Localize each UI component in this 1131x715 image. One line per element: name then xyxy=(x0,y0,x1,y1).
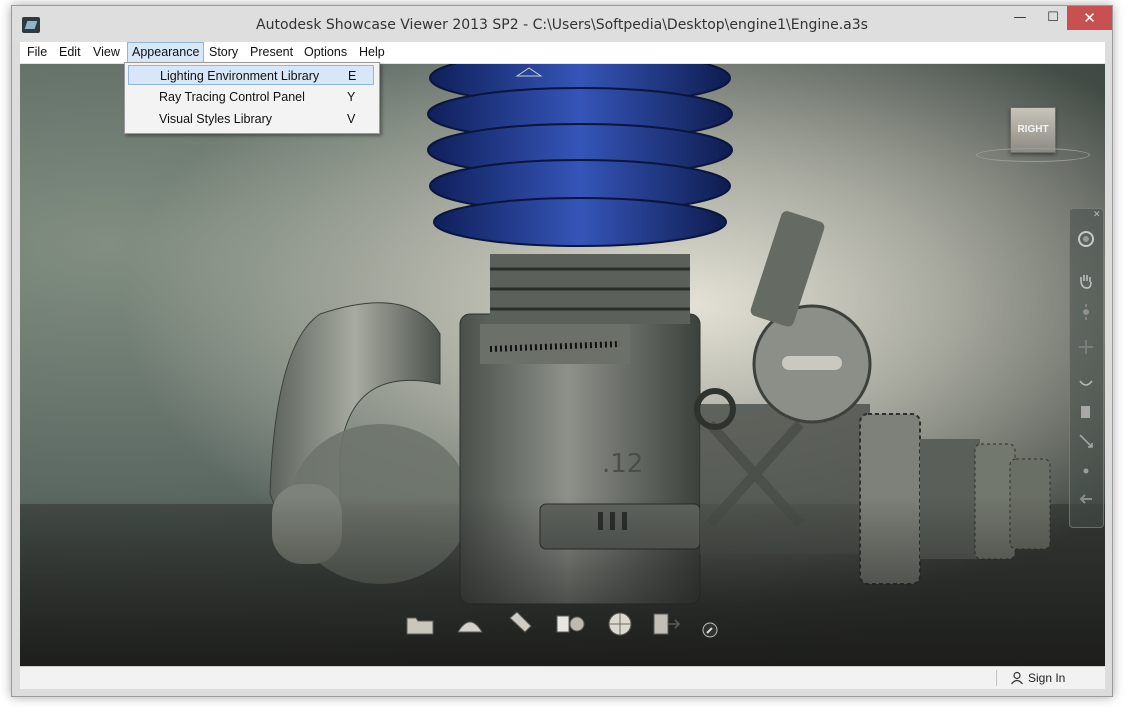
minimize-button[interactable]: — xyxy=(1006,6,1034,30)
rewind-icon[interactable] xyxy=(1077,432,1095,450)
zoom-dot-icon[interactable] xyxy=(1077,462,1095,480)
menu-help[interactable]: Help xyxy=(359,45,385,59)
menu-item-ray-tracing-control-panel[interactable]: Ray Tracing Control Panel Y xyxy=(128,87,374,107)
menu-item-shortcut: Y xyxy=(347,90,356,104)
walk-icon[interactable] xyxy=(1077,338,1095,356)
folder-icon[interactable] xyxy=(405,610,435,638)
menu-options[interactable]: Options xyxy=(304,45,347,59)
menu-present[interactable]: Present xyxy=(250,45,293,59)
floor-shadow xyxy=(20,496,1105,666)
export-icon[interactable] xyxy=(652,610,682,638)
engine-stamp-text: .12 xyxy=(602,449,643,479)
3d-viewport[interactable]: .12 xyxy=(20,64,1105,666)
navbar-close-icon[interactable]: ✕ xyxy=(1093,210,1101,220)
arrow-back-icon[interactable] xyxy=(1077,490,1095,508)
materials-icon[interactable] xyxy=(555,610,585,638)
menu-item-label: Visual Styles Library xyxy=(159,112,273,126)
sign-in-link[interactable]: Sign In xyxy=(1028,671,1065,685)
appearance-dropdown-menu: Lighting Environment Library E Ray Traci… xyxy=(124,62,380,134)
menu-item-label: Ray Tracing Control Panel xyxy=(159,90,305,104)
view-cube[interactable]: RIGHT xyxy=(1010,107,1056,153)
zoom-icon[interactable] xyxy=(1077,303,1095,321)
menu-edit[interactable]: Edit xyxy=(59,45,81,59)
pan-hand-icon[interactable] xyxy=(1077,272,1095,290)
status-bar: Sign In xyxy=(20,666,1105,689)
user-icon[interactable] xyxy=(1010,671,1024,685)
menu-view[interactable]: View xyxy=(93,45,120,59)
menu-item-visual-styles-library[interactable]: Visual Styles Library V xyxy=(128,109,374,129)
wrench-icon[interactable] xyxy=(702,622,718,638)
view-cube-face-label: RIGHT xyxy=(1017,124,1049,135)
menu-file[interactable]: File xyxy=(27,45,47,59)
menu-item-shortcut: V xyxy=(347,112,356,126)
status-separator xyxy=(996,670,997,686)
center-icon[interactable] xyxy=(1077,373,1095,391)
sphere-icon[interactable] xyxy=(605,610,635,638)
orbit-icon[interactable] xyxy=(1077,230,1095,248)
menu-item-shortcut: E xyxy=(348,69,357,83)
window-title: Autodesk Showcase Viewer 2013 SP2 - C:\U… xyxy=(256,17,868,33)
view-cube-compass-ring[interactable] xyxy=(976,148,1090,162)
title-bar: Autodesk Showcase Viewer 2013 SP2 - C:\U… xyxy=(12,6,1112,42)
close-button[interactable]: ✕ xyxy=(1067,6,1112,30)
menu-item-label: Lighting Environment Library xyxy=(160,69,320,83)
menu-bar: File Edit View Appearance Story Present … xyxy=(20,42,1105,64)
flashlight-icon[interactable] xyxy=(505,610,535,638)
menu-appearance[interactable]: Appearance xyxy=(127,42,205,63)
dome-icon[interactable] xyxy=(455,610,485,638)
navigation-bar xyxy=(1069,208,1104,528)
look-icon[interactable] xyxy=(1077,403,1095,421)
maximize-button[interactable]: ☐ xyxy=(1039,6,1067,30)
menu-item-lighting-environment-library[interactable]: Lighting Environment Library E xyxy=(128,65,374,85)
menu-story[interactable]: Story xyxy=(209,45,238,59)
